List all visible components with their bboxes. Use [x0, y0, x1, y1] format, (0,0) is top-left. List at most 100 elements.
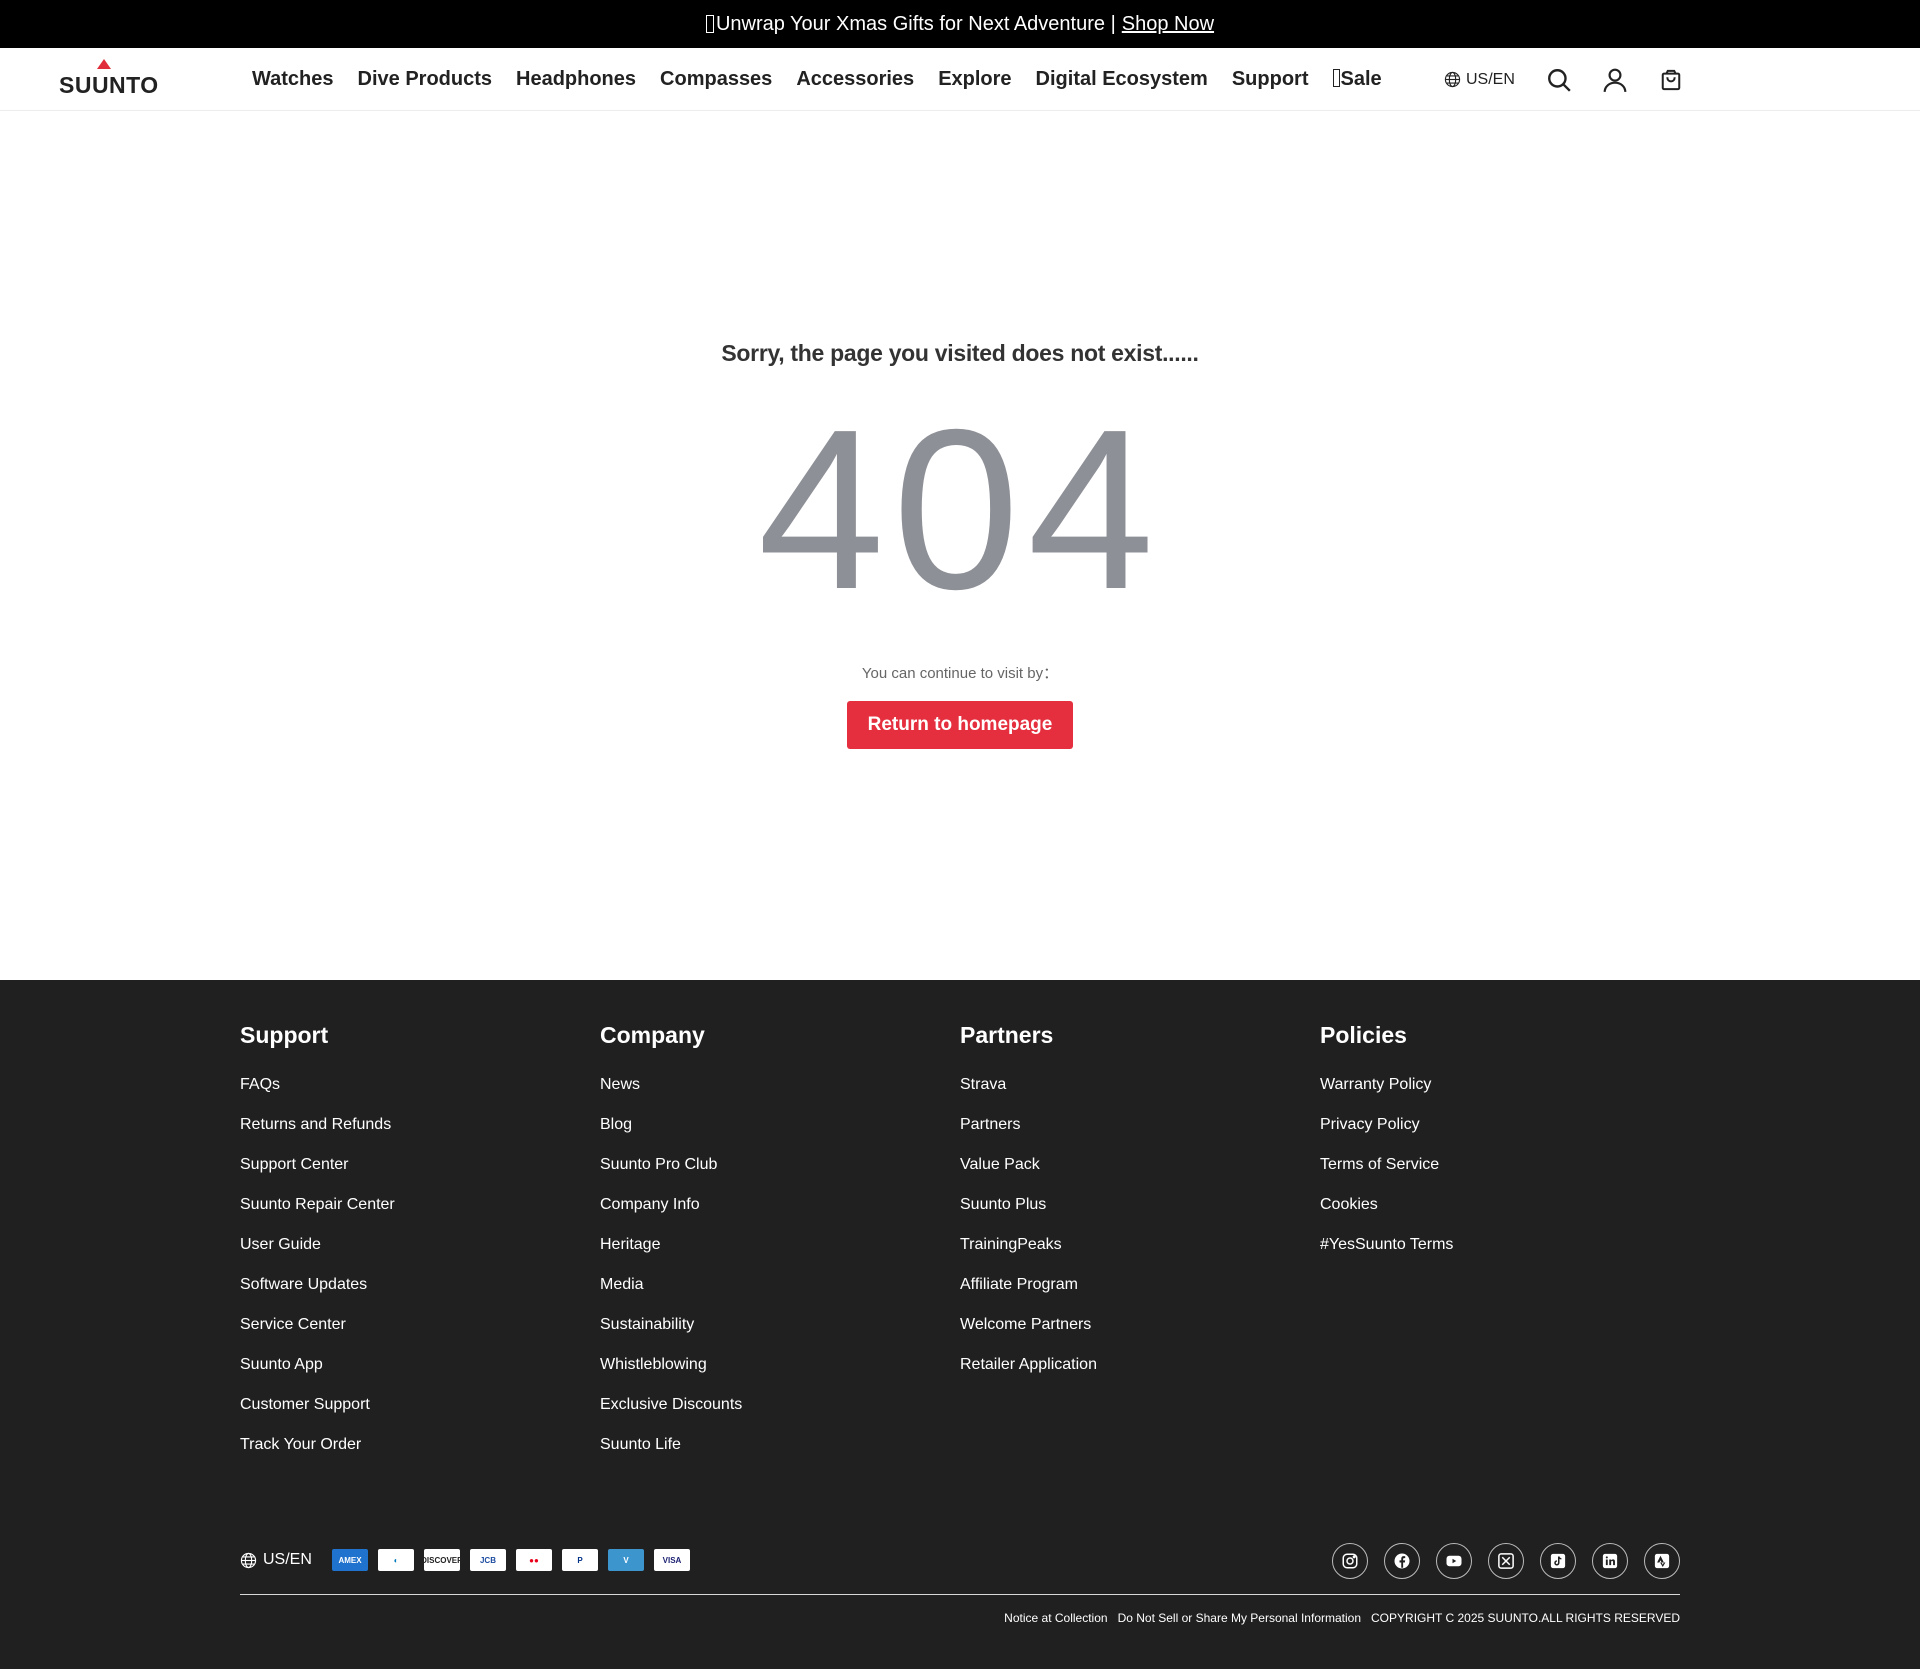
return-homepage-button[interactable]: Return to homepage [847, 701, 1073, 749]
notice-at-collection-link[interactable]: Notice at Collection [1004, 1611, 1107, 1625]
footer-link[interactable]: Exclusive Discounts [600, 1395, 742, 1415]
announcement-bar: Unwrap Your Xmas Gifts for Next Adventur… [0, 0, 1920, 48]
linkedin-link[interactable] [1592, 1543, 1628, 1579]
instagram-link[interactable] [1332, 1543, 1368, 1579]
continue-text: You can continue to visit by： [861, 665, 1059, 682]
footer-link[interactable]: Suunto Repair Center [240, 1195, 395, 1215]
footer-link[interactable]: Value Pack [960, 1155, 1097, 1175]
jcb-icon: JCB [470, 1549, 506, 1571]
footer-link[interactable]: Privacy Policy [1320, 1115, 1453, 1135]
account-button[interactable] [1601, 66, 1629, 94]
nav-support[interactable]: Support [1232, 68, 1309, 91]
user-icon [1603, 68, 1627, 92]
footer-link[interactable]: Terms of Service [1320, 1155, 1453, 1175]
locale-label: US/EN [1466, 70, 1515, 88]
footer-locale-label: US/EN [263, 1551, 312, 1568]
discover-icon: DISCOVER [421, 1549, 463, 1571]
footer-link[interactable]: Warranty Policy [1320, 1075, 1453, 1095]
nav-explore[interactable]: Explore [938, 68, 1011, 91]
footer-link[interactable]: Welcome Partners [960, 1315, 1097, 1335]
youtube-link[interactable] [1436, 1543, 1472, 1579]
mastercard-icon: ●● [516, 1549, 552, 1571]
footer-link[interactable]: Strava [960, 1075, 1097, 1095]
footer-link[interactable]: Returns and Refunds [240, 1115, 395, 1135]
footer-col-policies: Policies Warranty Policy Privacy Policy … [1320, 1022, 1453, 1275]
shop-now-link[interactable]: Shop Now [1122, 13, 1214, 36]
facebook-link[interactable] [1384, 1543, 1420, 1579]
locale-selector[interactable]: US/EN [1444, 71, 1515, 89]
nav-dive-products[interactable]: Dive Products [358, 68, 492, 91]
nav-compasses[interactable]: Compasses [660, 68, 772, 91]
footer-link[interactable]: Whistleblowing [600, 1355, 742, 1375]
cart-button[interactable] [1657, 66, 1685, 94]
visa-icon: VISA [654, 1549, 690, 1571]
site-footer: Support FAQs Returns and Refunds Support… [0, 980, 1920, 1669]
footer-link[interactable]: Media [600, 1275, 742, 1295]
footer-link[interactable]: Service Center [240, 1315, 395, 1335]
footer-link[interactable]: Support Center [240, 1155, 395, 1175]
footer-link[interactable]: Sustainability [600, 1315, 742, 1335]
footer-heading-company: Company [600, 1022, 705, 1048]
footer-link[interactable]: Customer Support [240, 1395, 395, 1415]
do-not-sell-link[interactable]: Do Not Sell or Share My Personal Informa… [1118, 1611, 1361, 1625]
footer-link[interactable]: Suunto App [240, 1355, 395, 1375]
legal-bar: Notice at Collection Do Not Sell or Shar… [994, 1611, 1680, 1625]
globe-icon [1444, 71, 1461, 88]
cart-icon [1661, 69, 1681, 90]
missing-glyph-icon [705, 15, 714, 33]
strava-link[interactable] [1644, 1543, 1680, 1579]
nav-digital-ecosystem[interactable]: Digital Ecosystem [1036, 68, 1208, 91]
footer-heading-policies: Policies [1320, 1022, 1407, 1048]
footer-link[interactable]: Software Updates [240, 1275, 395, 1295]
footer-link[interactable]: Affiliate Program [960, 1275, 1097, 1295]
footer-link[interactable]: Partners [960, 1115, 1097, 1135]
header-actions: US/EN [1444, 48, 1713, 111]
not-found-message: Sorry, the page you visited does not exi… [721, 340, 1199, 366]
diners-icon: ◐ [378, 1549, 414, 1571]
payment-methods: AMEX ◐ DISCOVER JCB ●● P V VISA [332, 1549, 700, 1571]
footer-col-company: Company News Blog Suunto Pro Club Compan… [600, 1022, 742, 1475]
nav-watches[interactable]: Watches [252, 68, 334, 91]
globe-icon [240, 1552, 257, 1568]
footer-link[interactable]: Blog [600, 1115, 742, 1135]
footer-locale-selector[interactable]: US/EN [240, 1551, 312, 1569]
x-link[interactable] [1488, 1543, 1524, 1579]
venmo-icon: V [608, 1549, 644, 1571]
footer-link[interactable]: Company Info [600, 1195, 742, 1215]
footer-divider [240, 1594, 1680, 1595]
footer-link[interactable]: User Guide [240, 1235, 395, 1255]
footer-link[interactable]: TrainingPeaks [960, 1235, 1097, 1255]
footer-link[interactable]: #YesSuunto Terms [1320, 1235, 1453, 1255]
footer-link[interactable]: Heritage [600, 1235, 742, 1255]
missing-glyph-icon [1332, 69, 1340, 87]
linkedin-icon [1602, 1553, 1618, 1569]
x-icon [1498, 1553, 1514, 1569]
footer-link[interactable]: News [600, 1075, 742, 1095]
nav-headphones[interactable]: Headphones [516, 68, 636, 91]
footer-link[interactable]: Suunto Plus [960, 1195, 1097, 1215]
footer-link[interactable]: Cookies [1320, 1195, 1453, 1215]
search-button[interactable] [1545, 66, 1573, 94]
footer-link[interactable]: Retailer Application [960, 1355, 1097, 1375]
facebook-icon [1394, 1553, 1410, 1569]
error-code: 404 [757, 383, 1163, 637]
nav-sale-label: Sale [1340, 68, 1382, 90]
footer-link[interactable]: Suunto Life [600, 1435, 742, 1455]
footer-link[interactable]: Suunto Pro Club [600, 1155, 742, 1175]
copyright-text: COPYRIGHT C 2025 SUUNTO.ALL RIGHTS RESER… [1371, 1611, 1680, 1625]
search-icon [1547, 68, 1571, 92]
tiktok-icon [1550, 1553, 1566, 1569]
tiktok-link[interactable] [1540, 1543, 1576, 1579]
strava-icon [1654, 1553, 1670, 1569]
footer-link[interactable]: Track Your Order [240, 1435, 395, 1455]
main-nav: Watches Dive Products Headphones Compass… [252, 48, 1406, 111]
nav-sale[interactable]: Sale [1332, 68, 1382, 91]
paypal-icon: P [562, 1549, 598, 1571]
suunto-logo[interactable]: SUUNTO [59, 58, 158, 102]
nav-accessories[interactable]: Accessories [796, 68, 914, 91]
site-header: SUUNTO Watches Dive Products Headphones … [0, 48, 1920, 111]
footer-bottom-bar: US/EN AMEX ◐ DISCOVER JCB ●● P V VISA [240, 1543, 1680, 1579]
footer-col-partners: Partners Strava Partners Value Pack Suun… [960, 1022, 1097, 1395]
footer-link[interactable]: FAQs [240, 1075, 395, 1095]
footer-col-support: Support FAQs Returns and Refunds Support… [240, 1022, 395, 1475]
